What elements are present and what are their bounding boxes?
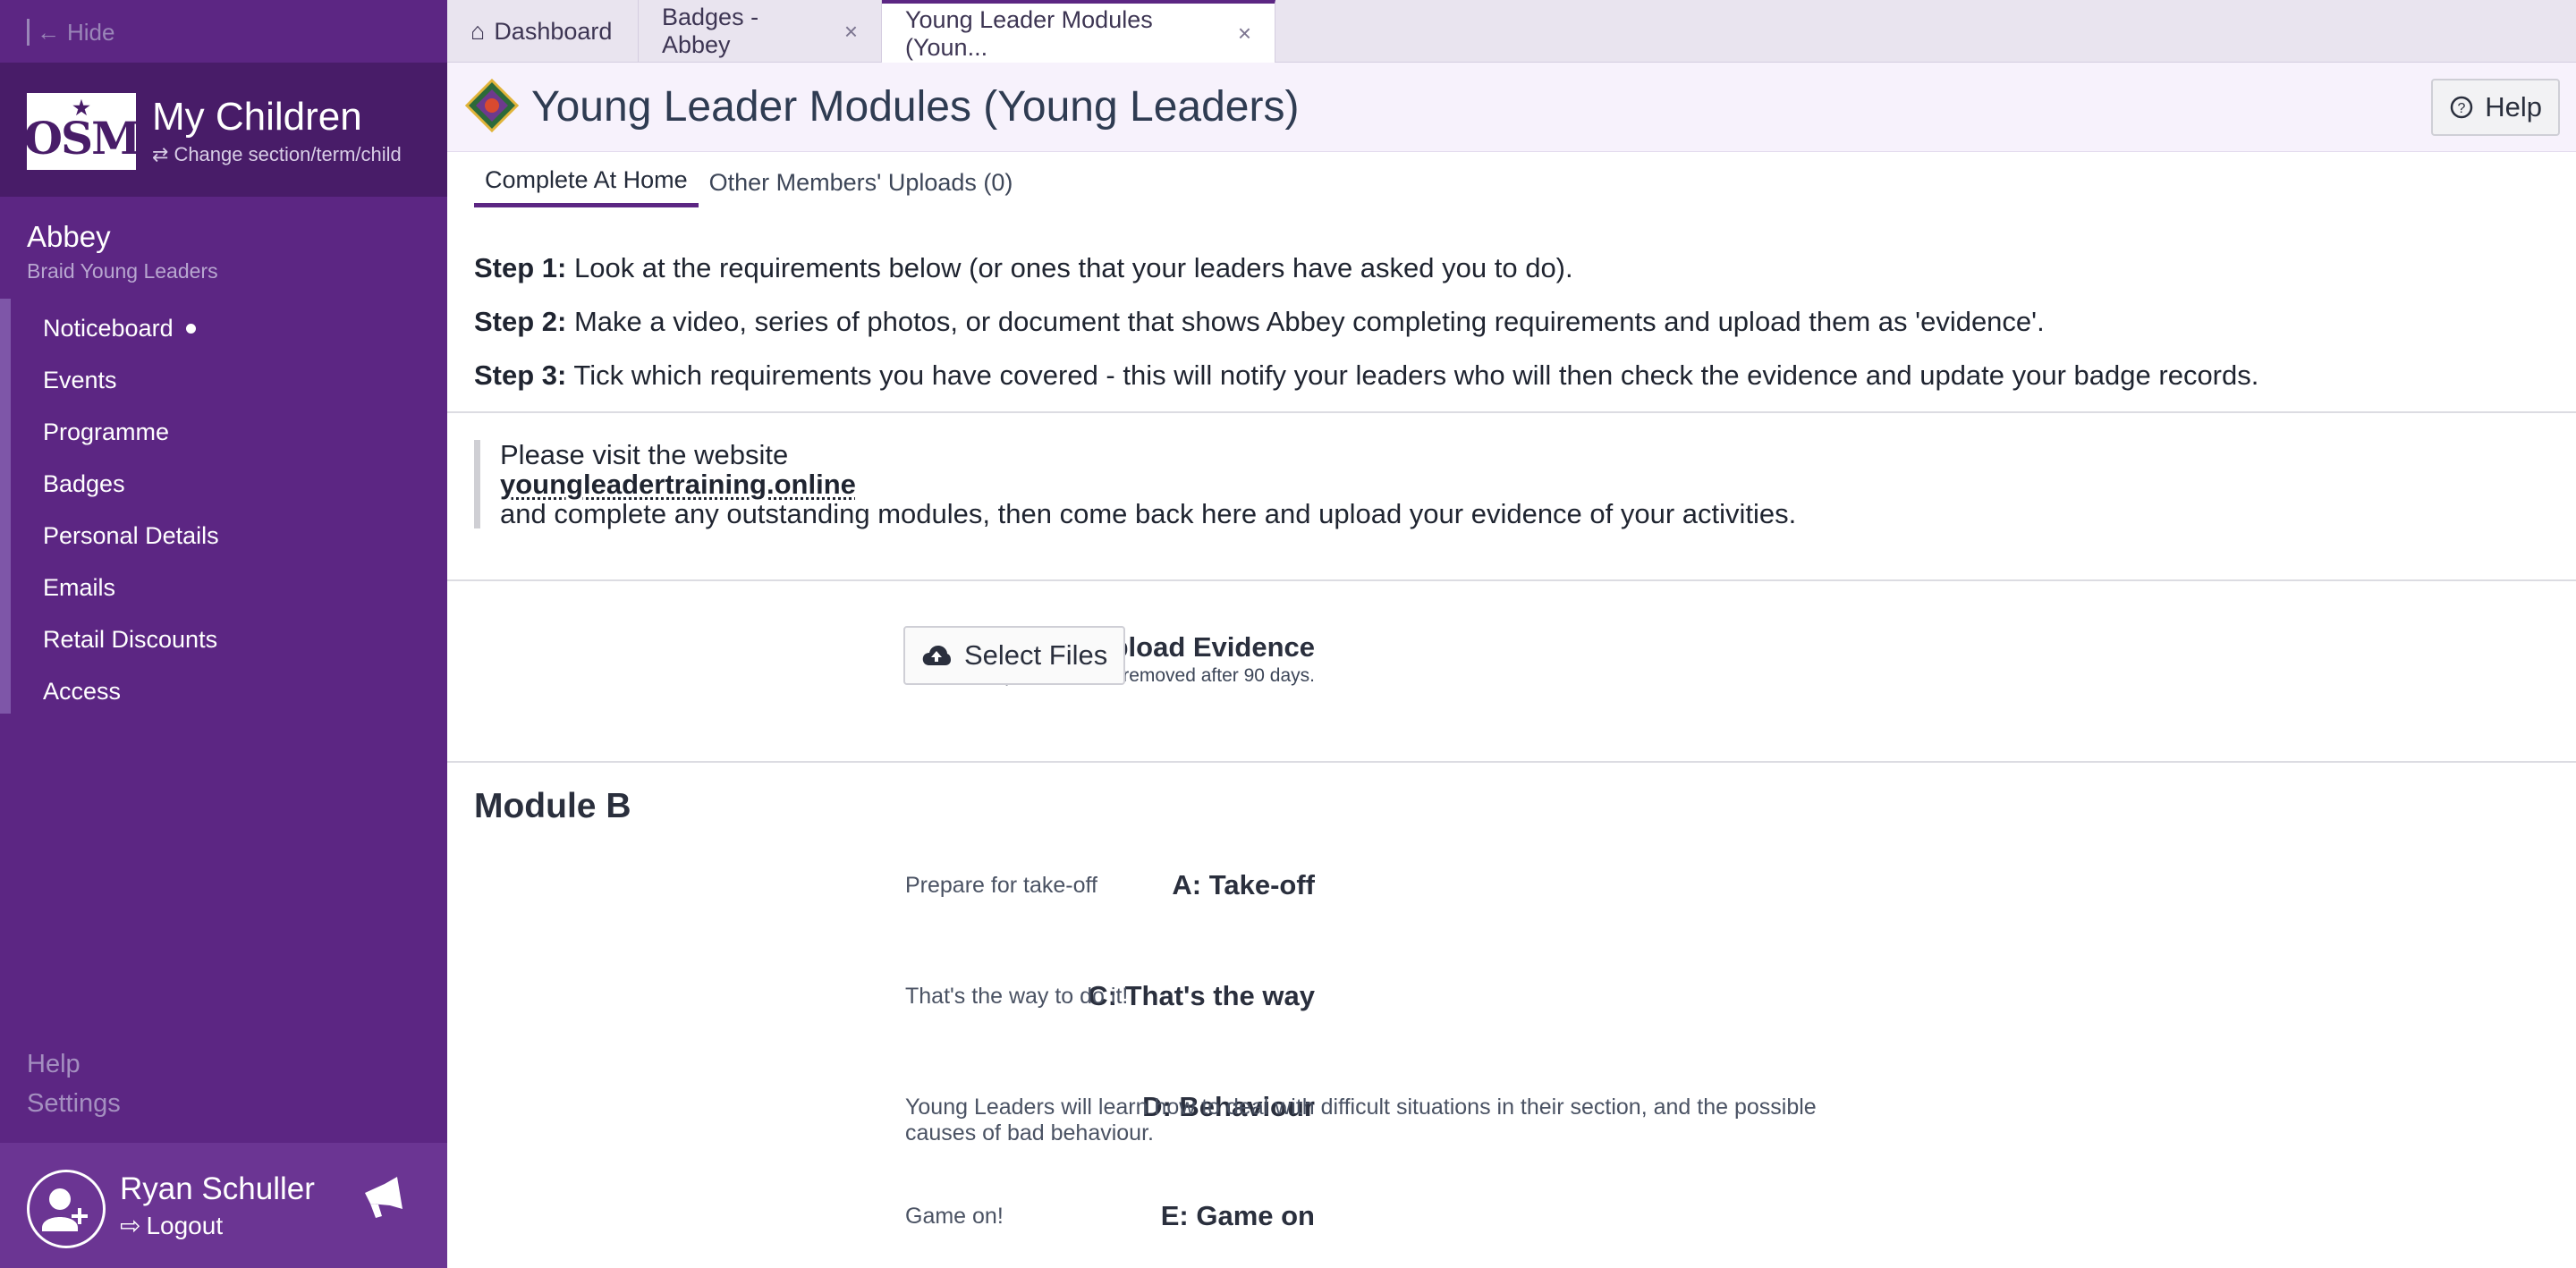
tab-other-members-uploads[interactable]: Other Members' Uploads (0) (699, 157, 1024, 207)
tab-label: Dashboard (494, 17, 613, 45)
step-3: Step 3: Tick which requirements you have… (474, 349, 2258, 402)
divider (447, 579, 2576, 581)
close-icon[interactable]: × (1238, 20, 1251, 47)
step-2: Step 2: Make a video, series of photos, … (474, 295, 2258, 349)
hide-label: Hide (67, 18, 115, 46)
tab-badges-abbey[interactable]: Badges - Abbey × (639, 0, 882, 63)
step-label: Step 1: (474, 252, 567, 283)
notification-dot-icon (185, 323, 196, 334)
select-files-label: Select Files (964, 639, 1108, 671)
step-text: Make a video, series of photos, or docum… (566, 306, 2045, 337)
step-text: Look at the requirements below (or ones … (566, 252, 1573, 283)
sidebar-item-label: Emails (43, 573, 116, 601)
page-header: Young Leader Modules (Young Leaders) ? H… (447, 63, 2576, 152)
notice-line: Please visit the website (500, 439, 789, 470)
help-button[interactable]: ? Help (2431, 79, 2560, 136)
requirement-description: Game on! (905, 1204, 1004, 1229)
hide-sidebar-button[interactable]: ← Hide (27, 16, 114, 48)
sidebar-item-label: Access (43, 677, 122, 705)
sidebar-item-events[interactable]: Events (43, 354, 219, 406)
sidebar-nav: Noticeboard Events Programme Badges Pers… (43, 302, 219, 717)
step-label: Step 3: (474, 359, 567, 391)
divider (447, 411, 2576, 413)
main-content: Complete At Home Other Members' Uploads … (447, 152, 2576, 1268)
step-text: Tick which requirements you have covered… (566, 359, 2259, 391)
sign-out-icon: ⇨ (120, 1212, 141, 1239)
sidebar-item-personal-details[interactable]: Personal Details (43, 510, 219, 562)
steps-list: Step 1: Look at the requirements below (… (474, 241, 2258, 402)
divider (447, 761, 2576, 763)
logout-label: Logout (146, 1211, 224, 1239)
close-icon[interactable]: × (844, 18, 858, 46)
collapse-bar-icon (27, 19, 30, 46)
step-1: Step 1: Look at the requirements below (… (474, 241, 2258, 295)
sidebar-item-label: Events (43, 366, 117, 393)
megaphone-icon[interactable] (358, 1173, 408, 1223)
sidebar-item-noticeboard[interactable]: Noticeboard (43, 302, 219, 354)
subtabs: Complete At Home Other Members' Uploads … (474, 157, 1023, 215)
app-title: My Children (152, 95, 362, 139)
nav-indicator (0, 299, 11, 714)
requirement-description: That's the way to do it! (905, 984, 1129, 1009)
sidebar-item-label: Programme (43, 418, 170, 445)
osm-logo[interactable]: ★ OSM (24, 93, 141, 170)
home-icon: ⌂ (470, 17, 486, 45)
avatar[interactable] (27, 1170, 106, 1248)
notice-block: Please visit the website youngleadertrai… (474, 440, 1796, 528)
requirement-description: Young Leaders will learn how to deal wit… (905, 1095, 1817, 1145)
sidebar-item-label: Retail Discounts (43, 625, 218, 653)
svg-text:?: ? (2458, 101, 2466, 116)
select-files-button[interactable]: Select Files (903, 626, 1126, 685)
sidebar-item-emails[interactable]: Emails (43, 562, 219, 613)
sidebar-item-label: Noticeboard (43, 314, 174, 342)
change-section-link[interactable]: ⇄ Change section/term/child (152, 143, 402, 166)
module-title: Module B (474, 787, 631, 825)
sidebar: ← Hide ★ OSM My Children ⇄ Change sectio… (0, 0, 447, 1268)
shuffle-icon: ⇄ (152, 143, 169, 165)
arrow-left-icon: ← (37, 18, 60, 46)
star-icon: ★ (72, 97, 90, 120)
website-link[interactable]: youngleadertraining.online (500, 469, 856, 500)
sidebar-settings-link[interactable]: Settings (27, 1089, 121, 1119)
help-button-label: Help (2485, 91, 2542, 123)
change-section-label: Change section/term/child (174, 143, 402, 165)
tab-bar: ⌂ Dashboard Badges - Abbey × Young Leade… (447, 0, 2576, 63)
sidebar-item-retail-discounts[interactable]: Retail Discounts (43, 613, 219, 665)
sidebar-item-badges[interactable]: Badges (43, 458, 219, 510)
sidebar-item-programme[interactable]: Programme (43, 406, 219, 458)
question-circle-icon: ? (2450, 96, 2473, 119)
step-label: Step 2: (474, 306, 567, 337)
notice-line: and complete any outstanding modules, th… (500, 498, 1797, 529)
sidebar-header: ★ OSM My Children ⇄ Change section/term/… (0, 63, 447, 197)
sidebar-help-link[interactable]: Help (27, 1050, 80, 1079)
badge-icon (465, 79, 519, 132)
page-title: Young Leader Modules (Young Leaders) (531, 83, 1300, 131)
sidebar-item-label: Badges (43, 469, 125, 497)
tab-complete-at-home[interactable]: Complete At Home (474, 157, 699, 207)
user-name: Ryan Schuller (120, 1171, 315, 1206)
cloud-upload-icon (922, 646, 951, 665)
sidebar-footer: Ryan Schuller ⇨ Logout (0, 1143, 447, 1268)
tab-label: Badges - Abbey (662, 4, 759, 58)
tab-label: Young Leader Modules (Youn... (905, 5, 1153, 61)
tab-young-leader-modules[interactable]: Young Leader Modules (Youn... × (882, 0, 1275, 63)
requirement-description: Prepare for take-off (905, 873, 1097, 898)
user-plus-icon (42, 1188, 88, 1231)
child-name: Abbey (27, 220, 111, 253)
child-section: Braid Young Leaders (27, 259, 218, 283)
sidebar-item-label: Personal Details (43, 521, 219, 549)
sidebar-item-access[interactable]: Access (43, 665, 219, 717)
logout-link[interactable]: ⇨ Logout (120, 1211, 223, 1240)
tab-dashboard[interactable]: ⌂ Dashboard (447, 0, 639, 63)
